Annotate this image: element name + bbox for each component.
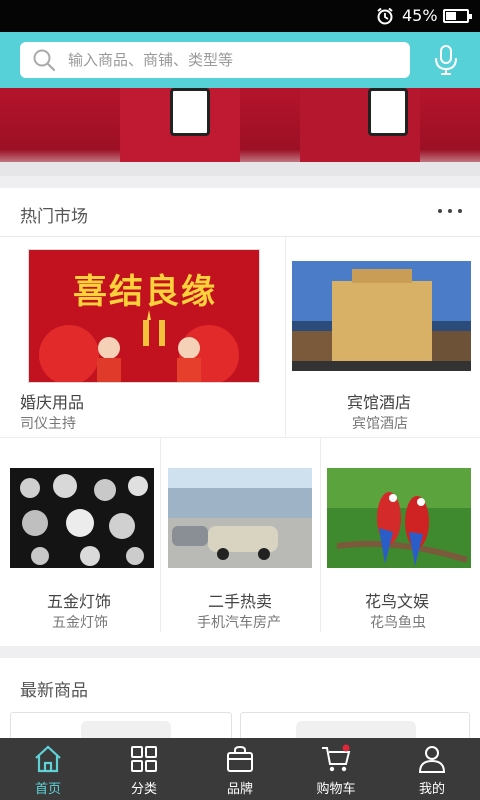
shopping-bag-icon: [227, 745, 253, 772]
tab-label: 分类: [130, 782, 157, 797]
hotel-image: [292, 261, 471, 371]
market-sub: 花鸟鱼虫: [370, 615, 426, 631]
banner-floor: [0, 162, 480, 176]
tab-cart[interactable]: 购物车: [288, 738, 384, 800]
tab-mine[interactable]: 我的: [384, 738, 480, 800]
battery-icon: [443, 9, 472, 23]
section-title: 最新商品: [20, 681, 88, 701]
tab-category[interactable]: 分类: [96, 738, 192, 800]
hotel-illustration: [292, 261, 471, 371]
home-icon: [35, 745, 61, 773]
search-box[interactable]: [20, 42, 410, 78]
market-card-wedding[interactable]: 喜结良缘 婚庆用品 司仪主持: [0, 237, 285, 437]
market-name: 花鸟文娱: [365, 592, 430, 611]
tab-label: 品牌: [226, 782, 253, 797]
user-icon: [418, 746, 446, 773]
market-name: 婚庆用品: [20, 393, 85, 412]
used-cars-image: [168, 468, 312, 568]
market-card-used[interactable]: 二手热卖 手机汽车房产: [161, 438, 320, 632]
tab-label: 我的: [418, 782, 445, 797]
market-name: 五金灯饰: [47, 592, 112, 611]
market-name: 二手热卖: [208, 592, 273, 611]
lamps-image: [10, 468, 154, 568]
cart-icon: [322, 744, 351, 772]
latest-goods-section: 最新商品: [0, 658, 480, 752]
search-header: [0, 32, 480, 88]
status-bar: 45%: [0, 0, 480, 32]
category-grid-icon: [131, 746, 157, 772]
more-icon[interactable]: [436, 200, 464, 220]
bottom-nav: 首页 分类 品牌 购物车 我的: [0, 738, 480, 800]
market-card-lamps[interactable]: 五金灯饰 五金灯饰: [0, 438, 160, 632]
banner-bag-tag: [170, 88, 210, 136]
market-sub: 五金灯饰: [52, 615, 108, 631]
parrots-illustration: [327, 468, 471, 568]
battery-percent: 45%: [402, 6, 438, 25]
lamps-illustration: [10, 468, 154, 568]
tab-label: 首页: [34, 782, 61, 797]
market-card-hotel[interactable]: 宾馆酒店 宾馆酒店: [286, 237, 480, 437]
market-sub: 手机汽车房产: [197, 615, 281, 631]
alarm-icon: [377, 7, 393, 25]
search-icon: [33, 49, 56, 72]
promo-banner[interactable]: [0, 88, 480, 176]
market-sub: 司仪主持: [20, 416, 76, 432]
section-title: 热门市场: [20, 207, 88, 227]
tab-home[interactable]: 首页: [0, 738, 96, 800]
search-input[interactable]: [68, 46, 398, 74]
market-name: 宾馆酒店: [347, 393, 412, 412]
wedding-banner-text: 喜结良缘: [73, 272, 217, 312]
tab-brand[interactable]: 品牌: [192, 738, 288, 800]
hot-market-section: 热门市场 喜结良缘 婚庆用品 司仪主持 宾馆酒店 宾馆酒店 五金灯饰 五金灯饰 …: [0, 188, 480, 646]
microphone-icon[interactable]: [432, 44, 460, 76]
market-sub: 宾馆酒店: [352, 416, 408, 432]
tab-label: 购物车: [316, 782, 356, 797]
banner-bag-tag: [368, 88, 408, 136]
birds-image: [327, 468, 471, 568]
used-cars-illustration: [168, 468, 312, 568]
wedding-image: 喜结良缘: [28, 249, 260, 383]
market-card-birds[interactable]: 花鸟文娱 花鸟鱼虫: [321, 438, 480, 632]
